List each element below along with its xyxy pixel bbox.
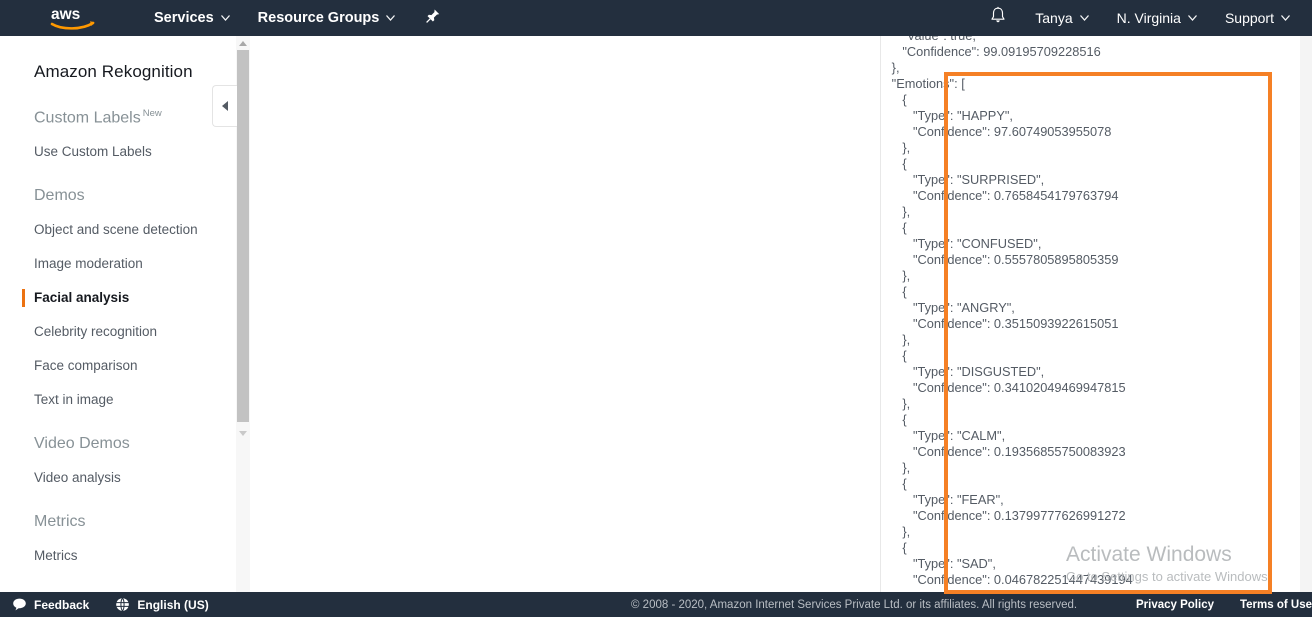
scroll-down-arrow-icon[interactable] [236, 426, 250, 440]
aws-console-page: aws Services Resource Groups Tanya N. Vi… [0, 0, 1312, 617]
sidebar-item-face-comparison[interactable]: Face comparison [34, 357, 236, 375]
sidebar-collapse-button[interactable] [212, 85, 237, 127]
privacy-policy-link[interactable]: Privacy Policy [1136, 599, 1214, 611]
sidebar-item-label: Metrics [34, 548, 78, 564]
nav-region-label: N. Virginia [1116, 10, 1181, 26]
copyright-text: © 2008 - 2020, Amazon Internet Services … [631, 598, 1078, 611]
feedback-label: Feedback [34, 597, 90, 612]
sidebar-scrollbar[interactable] [236, 36, 250, 592]
nav-services[interactable]: Services [154, 0, 230, 36]
sidebar-group-metrics: Metrics [34, 513, 236, 531]
top-nav-right-group: Tanya N. Virginia Support [975, 0, 1304, 36]
terms-of-use-link[interactable]: Terms of Use [1240, 599, 1312, 611]
nav-resource-groups-label: Resource Groups [257, 10, 380, 26]
sidebar-scrollbar-thumb[interactable] [237, 50, 249, 422]
notifications-button[interactable] [975, 6, 1021, 30]
sidebar-service-title: Amazon Rekognition [34, 62, 193, 81]
sidebar-group-label: Metrics [34, 513, 86, 531]
sidebar-item-label: Facial analysis [34, 290, 130, 306]
chevron-down-icon [220, 13, 230, 23]
sidebar-item-label: Object and scene detection [34, 222, 198, 238]
sidebar-item-label: Use Custom Labels [34, 144, 152, 160]
nav-resource-groups[interactable]: Resource Groups [258, 0, 396, 36]
sidebar-item-text-in-image[interactable]: Text in image [34, 391, 236, 409]
nav-user-label: Tanya [1035, 10, 1073, 26]
pin-button[interactable] [425, 8, 441, 29]
scroll-up-arrow-icon[interactable] [236, 36, 250, 50]
footer-left-group: Feedback English (US) [12, 597, 209, 612]
nav-region-menu[interactable]: N. Virginia [1103, 0, 1211, 36]
pin-icon [425, 8, 441, 29]
language-button[interactable]: English (US) [115, 597, 209, 612]
bell-icon [989, 6, 1007, 30]
new-badge: New [142, 108, 162, 119]
sidebar-group-video-demos: Video Demos [34, 435, 236, 453]
sidebar-group-custom-labels: Custom Labels New [34, 108, 236, 127]
sidebar-item-facial-analysis[interactable]: Facial analysis [22, 289, 236, 308]
sidebar-content: Amazon Rekognition Custom Labels New Use … [0, 62, 236, 565]
sidebar-item-label: Text in image [34, 392, 114, 408]
top-nav-left-group: aws Services Resource Groups [0, 0, 441, 36]
chevron-down-icon [1281, 13, 1290, 23]
chevron-down-icon [1187, 13, 1197, 23]
speech-bubble-icon [12, 597, 27, 612]
sidebar-group-label: Demos [34, 187, 85, 205]
nav-services-label: Services [154, 10, 214, 26]
chevron-down-icon [1079, 13, 1089, 23]
sidebar-item-image-moderation[interactable]: Image moderation [34, 255, 236, 273]
sidebar-item-use-custom-labels[interactable]: Use Custom Labels [34, 143, 236, 161]
aws-logo[interactable]: aws [50, 5, 96, 31]
language-label: English (US) [137, 597, 209, 612]
chevron-left-icon [222, 101, 228, 111]
sidebar-item-label: Celebrity recognition [34, 324, 158, 340]
footer-right-group: Privacy Policy Terms of Use [1136, 599, 1312, 611]
json-response-panel[interactable]: "Value": true, "Confidence": 99.09195709… [881, 36, 1300, 592]
sidebar-group-label: Video Demos [34, 435, 130, 453]
sidebar-item-metrics[interactable]: Metrics [34, 547, 236, 565]
nav-support-label: Support [1224, 10, 1274, 26]
chevron-down-icon [386, 13, 396, 23]
svg-text:aws: aws [51, 6, 80, 23]
sidebar-item-label: Face comparison [34, 358, 138, 374]
nav-user-menu[interactable]: Tanya [1021, 0, 1102, 36]
window-scrollbar[interactable] [1300, 36, 1312, 592]
top-navigation-bar: aws Services Resource Groups Tanya N. Vi… [0, 0, 1312, 36]
sidebar-item-celebrity-recognition[interactable]: Celebrity recognition [34, 323, 236, 341]
sidebar-group-label: Custom Labels [34, 109, 141, 127]
page-footer: Feedback English (US) © 2008 - 2020, Ama… [0, 592, 1312, 617]
nav-support-menu[interactable]: Support [1211, 0, 1304, 36]
sidebar-item-video-analysis[interactable]: Video analysis [34, 469, 236, 487]
sidebar-item-label: Video analysis [34, 470, 121, 486]
json-response-text: "Value": true, "Confidence": 99.09195709… [891, 36, 1133, 587]
sidebar-group-demos: Demos [34, 187, 236, 205]
feedback-button[interactable]: Feedback [12, 597, 89, 612]
service-navigation-sidebar: Amazon Rekognition Custom Labels New Use … [0, 36, 236, 592]
globe-icon [115, 597, 130, 612]
sidebar-item-object-and-scene-detection[interactable]: Object and scene detection [34, 221, 236, 239]
sidebar-item-label: Image moderation [34, 256, 143, 272]
